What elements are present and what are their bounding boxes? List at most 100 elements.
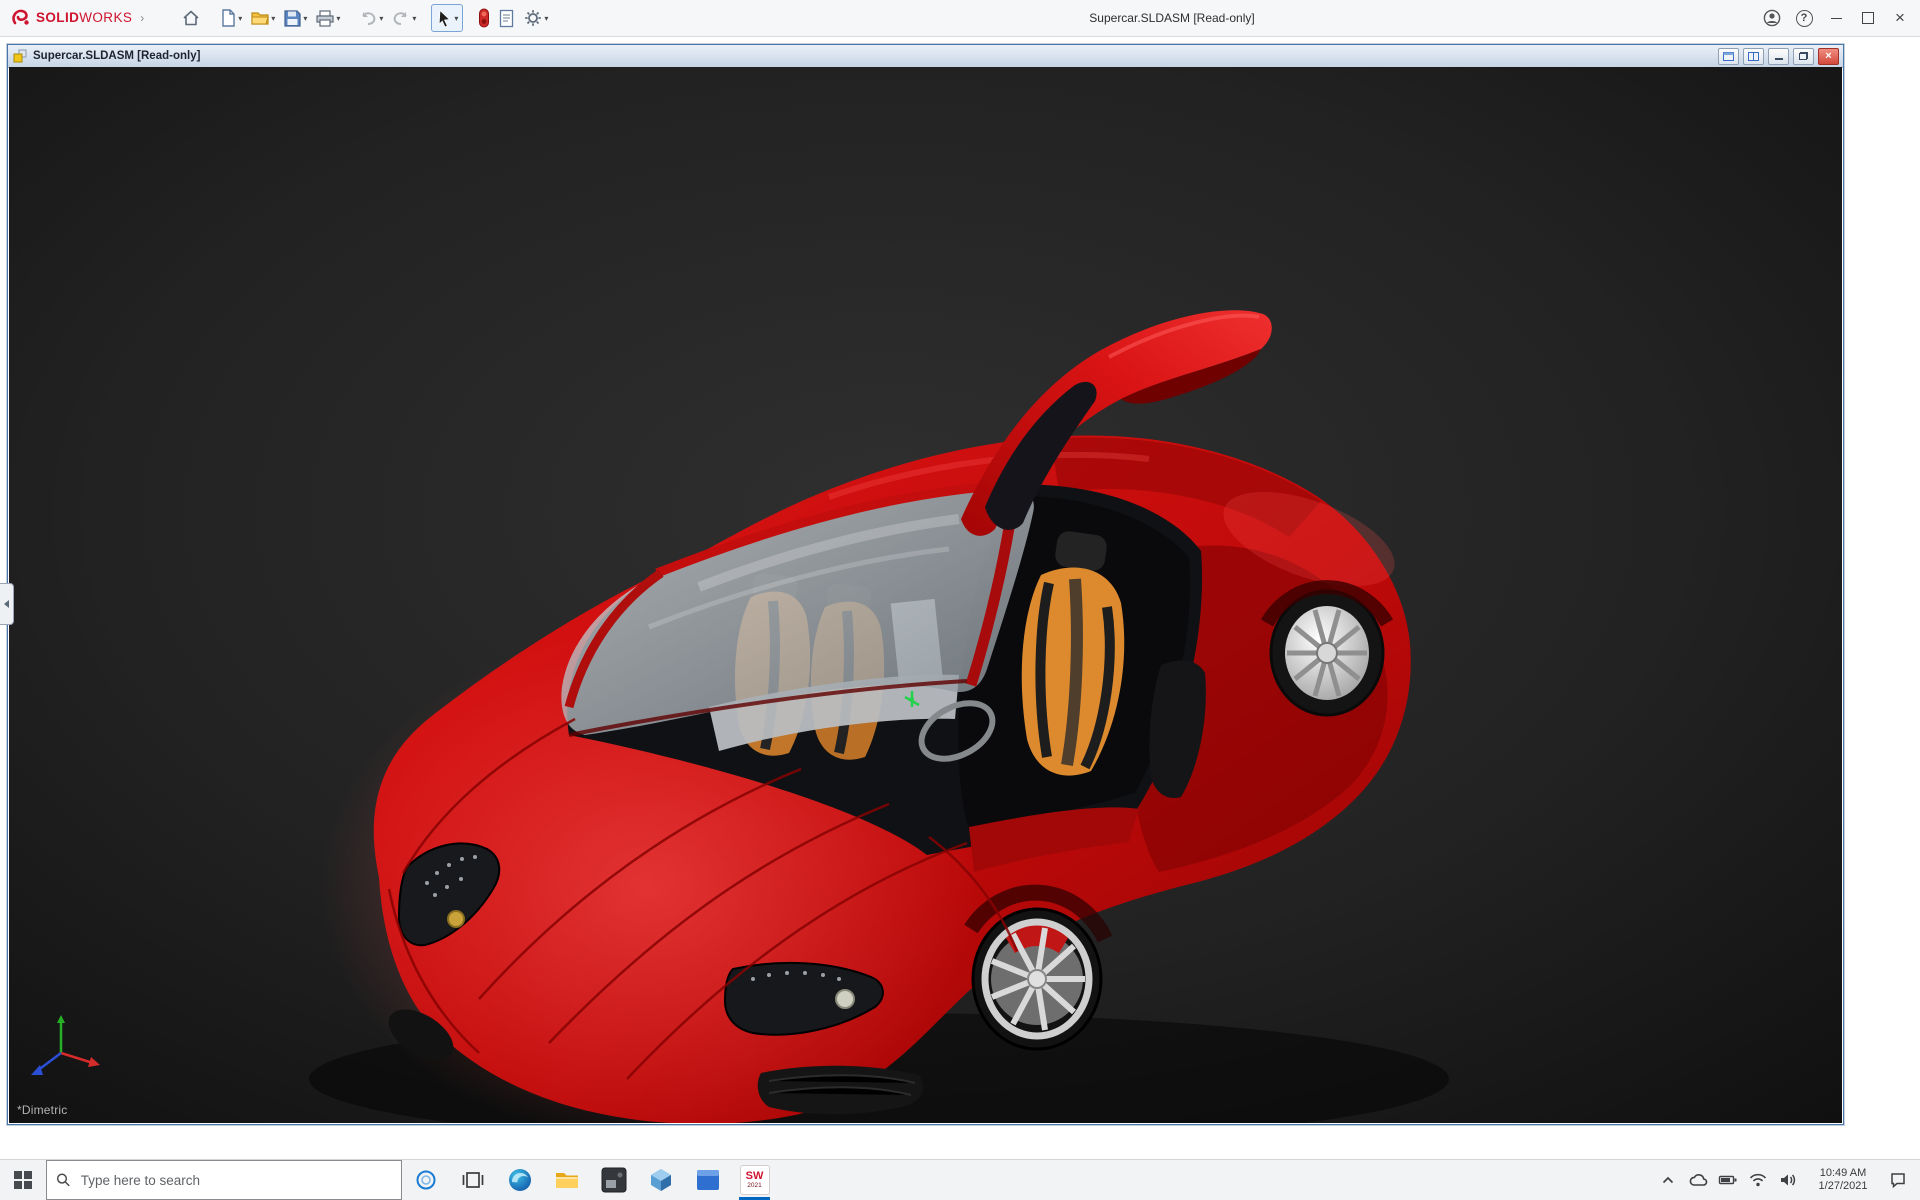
chevron-up-icon: [1661, 1174, 1675, 1186]
window-controls: ? ×: [1756, 0, 1920, 36]
save-button[interactable]: ▾: [280, 5, 310, 31]
open-folder-icon: [250, 8, 270, 28]
action-center-icon: [1889, 1171, 1907, 1189]
viewport-canvas[interactable]: [9, 67, 1842, 1123]
system-tray: 10:49 AM 1/27/2021: [1653, 1160, 1920, 1200]
document-title: Supercar.SLDASM [Read-only]: [33, 50, 200, 62]
file-explorer-button[interactable]: [543, 1160, 590, 1200]
doc-minimize-icon: [1775, 58, 1783, 60]
redo-caret-icon[interactable]: ▾: [412, 14, 416, 23]
network-tray-button[interactable]: [1743, 1160, 1773, 1200]
speaker-icon: [1779, 1172, 1797, 1188]
wifi-icon: [1749, 1172, 1767, 1188]
view-orientation-label: *Dimetric: [17, 1103, 67, 1117]
cortana-button[interactable]: [402, 1160, 449, 1200]
battery-tray-button[interactable]: [1713, 1160, 1743, 1200]
new-document-caret-icon[interactable]: ▾: [238, 14, 242, 23]
undo-caret-icon[interactable]: ▾: [379, 14, 383, 23]
rebuild-icon: [478, 8, 490, 28]
windows-start-icon: [14, 1171, 32, 1189]
search-input[interactable]: [79, 1172, 392, 1189]
taskbar-clock[interactable]: 10:49 AM 1/27/2021: [1803, 1167, 1883, 1193]
maximize-icon: [1862, 12, 1874, 24]
open-button[interactable]: ▾: [247, 5, 278, 31]
document-window-buttons: ×: [1714, 48, 1839, 65]
clock-date: 1/27/2021: [1803, 1180, 1883, 1193]
select-tool-caret-icon[interactable]: ▾: [454, 14, 458, 23]
cloud-icon: [1688, 1172, 1708, 1188]
solidworks-2021-icon: SW 2021: [740, 1165, 770, 1195]
document-window: Supercar.SLDASM [Read-only]: [7, 44, 1844, 1125]
screen: SOLIDWORKS › ▾: [0, 0, 1920, 1200]
start-button[interactable]: [0, 1160, 46, 1200]
redo-icon: [391, 9, 411, 27]
3d-cube-icon: [648, 1167, 674, 1193]
file-properties-icon: [498, 9, 515, 28]
brand-solid: SOLID: [36, 10, 79, 25]
edge-button[interactable]: [496, 1160, 543, 1200]
taskbar-search[interactable]: [46, 1160, 402, 1200]
battery-icon: [1718, 1172, 1738, 1188]
print-caret-icon[interactable]: ▾: [336, 14, 340, 23]
redo-button[interactable]: ▾: [388, 5, 419, 31]
print-icon: [315, 9, 335, 28]
rear-wheel[interactable]: [1267, 587, 1387, 715]
clock-time: 10:49 AM: [1803, 1167, 1883, 1180]
edrawings-button[interactable]: [637, 1160, 684, 1200]
task-view-button[interactable]: [449, 1160, 496, 1200]
solidworks-2021-button[interactable]: SW 2021: [731, 1160, 778, 1200]
breadcrumb-chevron-icon[interactable]: ›: [140, 11, 144, 25]
featuremanager-flyout-tab[interactable]: [0, 583, 14, 625]
cortana-icon: [414, 1168, 438, 1192]
app-minimize-button[interactable]: [1820, 0, 1852, 36]
onedrive-tray-button[interactable]: [1683, 1160, 1713, 1200]
open-caret-icon[interactable]: ▾: [271, 14, 275, 23]
undo-icon: [358, 9, 378, 27]
doc-close-button[interactable]: ×: [1818, 48, 1839, 65]
home-icon: [181, 8, 201, 28]
solidworks-logo[interactable]: SOLIDWORKS ›: [0, 8, 150, 28]
app-title-bar: SOLIDWORKS › ▾: [0, 0, 1920, 37]
app-title: Supercar.SLDASM [Read-only]: [1089, 0, 1254, 36]
blue-app-button[interactable]: [684, 1160, 731, 1200]
account-button[interactable]: [1756, 0, 1788, 36]
options-button[interactable]: ▾: [520, 5, 551, 31]
main-toolbar: ▾ ▾ ▾: [178, 4, 561, 32]
window-layout-button-2[interactable]: [1743, 48, 1764, 65]
select-tool-button[interactable]: ▾: [431, 4, 463, 32]
help-icon: ?: [1796, 10, 1813, 27]
dassault-3ds-logo-icon: [10, 8, 32, 28]
task-view-icon: [461, 1169, 485, 1191]
save-icon: [283, 9, 302, 28]
front-wheel[interactable]: [971, 893, 1105, 1049]
options-caret-icon[interactable]: ▾: [544, 14, 548, 23]
action-center-button[interactable]: [1883, 1160, 1913, 1200]
document-titlebar[interactable]: Supercar.SLDASM [Read-only]: [8, 45, 1843, 68]
save-caret-icon[interactable]: ▾: [303, 14, 307, 23]
search-icon: [56, 1172, 71, 1188]
settings-gear-icon: [523, 8, 543, 28]
taskbar: SW 2021: [0, 1159, 1920, 1200]
tray-expand-button[interactable]: [1653, 1160, 1683, 1200]
undo-button[interactable]: ▾: [355, 5, 386, 31]
window-layout-button-1[interactable]: [1718, 48, 1739, 65]
doc-minimize-button[interactable]: [1768, 48, 1789, 65]
file-properties-button[interactable]: [495, 5, 518, 31]
doc-restore-button[interactable]: [1793, 48, 1814, 65]
dark-app-tile-icon: [601, 1167, 627, 1193]
graphics-viewport[interactable]: *Dimetric: [9, 67, 1842, 1123]
volume-tray-button[interactable]: [1773, 1160, 1803, 1200]
app-close-button[interactable]: ×: [1884, 0, 1916, 36]
app-maximize-button[interactable]: [1852, 0, 1884, 36]
new-document-button[interactable]: ▾: [216, 5, 245, 31]
minimize-icon: [1831, 18, 1842, 19]
window-split-pane-icon: [1748, 52, 1759, 61]
home-button[interactable]: [178, 5, 204, 31]
print-button[interactable]: ▾: [312, 5, 343, 31]
headlight-right-lamp: [836, 990, 854, 1008]
screenshot-app-button[interactable]: [590, 1160, 637, 1200]
help-button[interactable]: ?: [1788, 0, 1820, 36]
edge-icon: [507, 1167, 533, 1193]
headlight-left-lamp: [448, 911, 464, 927]
rebuild-button[interactable]: [475, 5, 493, 31]
